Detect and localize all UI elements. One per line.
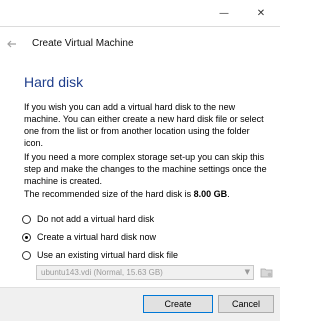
wizard-title: Create Virtual Machine xyxy=(32,38,134,49)
back-button[interactable] xyxy=(4,36,20,52)
intro-paragraph: If you wish you can add a virtual hard d… xyxy=(24,102,264,148)
radio-no-disk[interactable] xyxy=(22,214,31,224)
create-button[interactable]: Create xyxy=(143,295,213,313)
option-create-disk-label: Create a virtual hard disk now xyxy=(37,232,157,242)
existing-disk-value: ubuntu143.vdi (Normal, 15.63 GB) xyxy=(41,268,163,277)
recommended-size-text: The recommended size of the hard disk is… xyxy=(24,188,270,200)
close-button[interactable]: ✕ xyxy=(242,0,280,26)
wizard-footer: Create Cancel xyxy=(0,287,280,321)
option-existing-disk-label: Use an existing virtual hard disk file xyxy=(37,250,179,260)
recommended-size-value: 8.00 GB xyxy=(193,189,228,199)
section-title: Hard disk xyxy=(24,74,84,90)
option-existing-disk[interactable]: Use an existing virtual hard disk file xyxy=(22,248,178,262)
recommended-suffix: . xyxy=(227,189,230,199)
window-titlebar: — ✕ xyxy=(0,0,280,27)
cancel-button[interactable]: Cancel xyxy=(218,295,274,313)
existing-disk-select[interactable]: ubuntu143.vdi (Normal, 15.63 GB) ▼ xyxy=(36,265,254,280)
minimize-icon: — xyxy=(219,7,229,19)
minimize-button[interactable]: — xyxy=(204,0,244,26)
choose-disk-file-button[interactable] xyxy=(258,265,274,280)
option-no-disk[interactable]: Do not add a virtual hard disk xyxy=(22,212,154,226)
folder-icon xyxy=(260,268,272,278)
close-icon: ✕ xyxy=(256,7,266,19)
complex-storage-paragraph: If you need a more complex storage set-u… xyxy=(24,152,267,186)
radio-create-disk[interactable] xyxy=(22,232,31,242)
option-no-disk-label: Do not add a virtual hard disk xyxy=(37,214,155,224)
wizard-page: Hard disk If you wish you can add a virt… xyxy=(0,61,280,287)
hard-disk-panel: If you wish you can add a virtual hard d… xyxy=(18,97,278,280)
option-create-disk[interactable]: Create a virtual hard disk now xyxy=(22,230,156,244)
chevron-down-icon: ▼ xyxy=(244,268,250,276)
arrow-left-icon xyxy=(7,40,16,48)
recommended-prefix: The recommended size of the hard disk is xyxy=(24,189,194,199)
radio-existing-disk[interactable] xyxy=(22,250,31,260)
